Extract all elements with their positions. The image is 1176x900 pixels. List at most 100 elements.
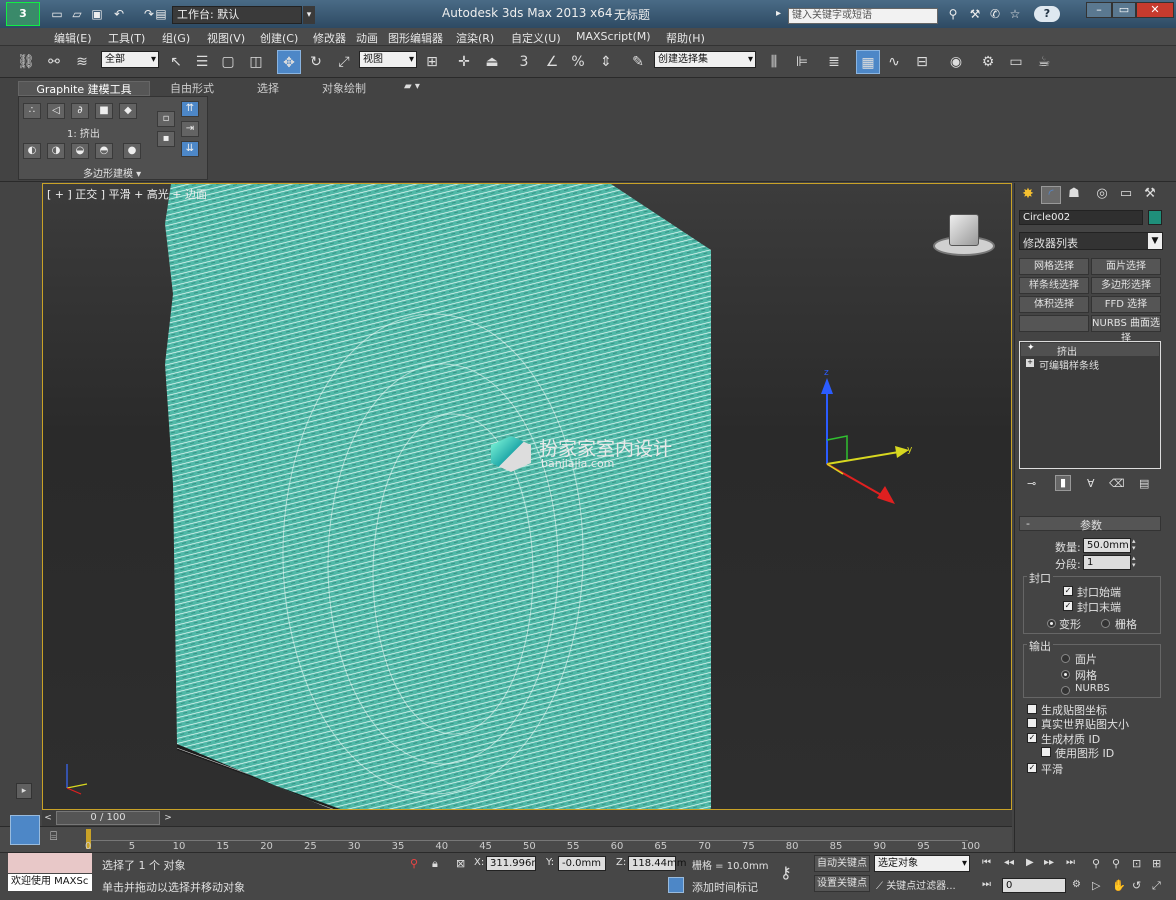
segments-spinner[interactable]: ▴ ▾	[1132, 555, 1142, 570]
out-nurbs-radio[interactable]	[1061, 686, 1070, 695]
menu-views[interactable]: 视图(V)	[207, 30, 245, 46]
menu-group[interactable]: 组(G)	[162, 30, 190, 46]
edge-mode-icon[interactable]: ◁	[47, 103, 65, 119]
stack-item-extrude[interactable]: ✦ 挤出	[1021, 343, 1159, 358]
app-logo-icon[interactable]: 3	[6, 2, 40, 26]
modify-tab-icon[interactable]: ◜	[1041, 186, 1061, 204]
time-config-icon[interactable]: ⚙	[1072, 879, 1081, 890]
segments-field[interactable]: 1	[1083, 555, 1131, 570]
play-icon[interactable]: ▶	[1026, 857, 1034, 868]
select-by-name-icon[interactable]: ☰	[190, 50, 214, 74]
track-bar[interactable]: ⌸ 0 5 10 15 20 25 30 35 40 45 50 55 60 65 70 75 80 85 90 95…	[0, 815, 1012, 852]
tab-freeform[interactable]: 自由形式	[162, 81, 222, 96]
cap-end-checkbox[interactable]: ✓	[1063, 601, 1073, 611]
layer-manager-icon[interactable]: ≣	[822, 50, 846, 74]
unlink-icon[interactable]: ⚯	[42, 50, 66, 74]
zoom-all-icon[interactable]: ⚲	[1112, 857, 1120, 870]
time-slider[interactable]: < 0 / 100 >	[42, 810, 1012, 826]
pivot-center-icon[interactable]: ⊞	[420, 50, 444, 74]
tab-graphite-modeling[interactable]: Graphite 建模工具	[18, 81, 150, 96]
z-coord-field[interactable]: 118.44mm	[628, 856, 686, 871]
lightbulb-icon[interactable]: ✦	[1027, 343, 1035, 353]
time-tag-icon[interactable]	[668, 877, 684, 893]
maximize-viewport-icon[interactable]: ⤢	[1152, 879, 1161, 893]
vol-select-button[interactable]: 体积选择	[1019, 296, 1089, 313]
viewport-label[interactable]: [ + ] 正交 ] 平滑 + 高光 + 边面	[47, 186, 207, 202]
angle-snap-icon[interactable]: ∠	[540, 50, 564, 74]
absolute-mode-icon[interactable]: ⊠	[456, 857, 465, 870]
remove-modifier-icon[interactable]: ⌫	[1109, 477, 1125, 490]
ribbon-options-icon[interactable]: ▰ ▾	[404, 81, 420, 92]
zoom-extents-icon[interactable]: ⊡	[1132, 857, 1141, 870]
rect-selection-icon[interactable]: ▢	[216, 50, 240, 74]
smooth-checkbox[interactable]: ✓	[1027, 763, 1037, 773]
prev-frame-icon[interactable]: ◂◂	[1004, 857, 1014, 868]
graphite-toggle-icon[interactable]: ▦	[856, 50, 880, 74]
workspace-dropdown[interactable]: 工作台: 默认	[172, 6, 302, 24]
select-and-scale-icon[interactable]: ⤢	[332, 50, 356, 74]
mesh-select-button[interactable]: 网格选择	[1019, 258, 1089, 275]
new-file-icon[interactable]: ▭	[48, 6, 66, 22]
preserve-uv-icon[interactable]: ◒	[71, 143, 89, 159]
real-world-checkbox[interactable]	[1027, 718, 1037, 728]
time-slider-thumb[interactable]: 0 / 100	[56, 811, 160, 825]
move-gizmo[interactable]	[813, 364, 923, 514]
goto-end-icon[interactable]: ⏭	[1066, 857, 1075, 868]
amount-spinner[interactable]: ▴ ▾	[1132, 538, 1142, 553]
menu-animation[interactable]: 动画	[356, 30, 378, 46]
maximize-button[interactable]: ▭	[1112, 2, 1136, 18]
key-mode-dropdown[interactable]: 选定对象	[874, 855, 970, 872]
x-coord-field[interactable]: 311.996mm	[486, 856, 536, 871]
morph-radio[interactable]	[1047, 619, 1056, 628]
motion-tab-icon[interactable]: ◎	[1093, 186, 1111, 204]
display-tab-icon[interactable]: ▭	[1117, 186, 1135, 204]
next-modifier-icon[interactable]: ◑	[47, 143, 65, 159]
material-editor-icon[interactable]: ◉	[944, 50, 968, 74]
select-and-rotate-icon[interactable]: ↻	[304, 50, 328, 74]
ribbon-side-btn-3[interactable]: ⇈	[181, 101, 199, 117]
pan-hand-icon[interactable]: ✋	[1112, 879, 1126, 892]
orbit-icon[interactable]: ↺	[1132, 879, 1141, 892]
vertex-mode-icon[interactable]: ∴	[23, 103, 41, 119]
collapse-stack-icon[interactable]: ●	[123, 143, 141, 159]
open-file-icon[interactable]: ▱	[68, 6, 86, 22]
hierarchy-tab-icon[interactable]: ☗	[1065, 186, 1083, 204]
menu-tools[interactable]: 工具(T)	[108, 30, 145, 46]
amount-field[interactable]: 50.0mm	[1083, 538, 1131, 553]
binoculars-icon[interactable]: ⚲	[944, 6, 962, 22]
utilities-tab-icon[interactable]: ⚒	[1141, 186, 1159, 204]
object-name-field[interactable]: Circle002	[1019, 210, 1143, 225]
tab-selection[interactable]: 选择	[244, 81, 292, 96]
use-shape-id-checkbox[interactable]	[1041, 747, 1051, 757]
zoom-extents-all-icon[interactable]: ⊞	[1152, 857, 1161, 870]
undo-icon[interactable]: ↶	[110, 6, 128, 22]
empty-modifier-button[interactable]	[1019, 315, 1089, 332]
spinner-snap-icon[interactable]: ⇕	[594, 50, 618, 74]
ribbon-side-btn-4[interactable]: ⇥	[181, 121, 199, 137]
menu-graph-editors[interactable]: 图形编辑器	[388, 30, 443, 46]
menu-customize[interactable]: 自定义(U)	[511, 30, 561, 46]
select-and-move-icon[interactable]: ✥	[277, 50, 301, 74]
mirror-icon[interactable]: ⫼	[762, 50, 786, 74]
menu-maxscript[interactable]: MAXScript(M)	[576, 30, 651, 43]
key-mode-toggle-icon[interactable]: ⏭	[982, 879, 991, 890]
next-frame-icon[interactable]: ▸▸	[1044, 857, 1054, 868]
key-filters-button[interactable]: ⟋ 关键点过滤器...	[876, 877, 956, 892]
communication-icon[interactable]: ✆	[986, 6, 1004, 22]
viewcube-icon[interactable]	[949, 214, 979, 246]
configure-sets-icon[interactable]: ▤	[1139, 477, 1149, 490]
selection-filter-dropdown[interactable]: 全部	[101, 51, 159, 68]
track-filter-icon[interactable]: ⌸	[50, 829, 57, 844]
poly-select-button[interactable]: 多边形选择	[1091, 277, 1161, 294]
polygon-mode-icon[interactable]: ■	[95, 103, 113, 119]
rendered-frame-icon[interactable]: ▭	[1004, 50, 1028, 74]
ribbon-side-btn-5[interactable]: ⇊	[181, 141, 199, 157]
link-icon[interactable]: ⛓	[14, 50, 38, 74]
window-crossing-icon[interactable]: ◫	[244, 50, 268, 74]
track-ruler[interactable]	[88, 829, 968, 841]
element-mode-icon[interactable]: ◆	[119, 103, 137, 119]
gen-mat-id-checkbox[interactable]: ✓	[1027, 733, 1037, 743]
menu-help[interactable]: 帮助(H)	[666, 30, 705, 46]
ribbon-side-btn-2[interactable]: ▪	[157, 131, 175, 147]
align-icon[interactable]: ⊫	[790, 50, 814, 74]
